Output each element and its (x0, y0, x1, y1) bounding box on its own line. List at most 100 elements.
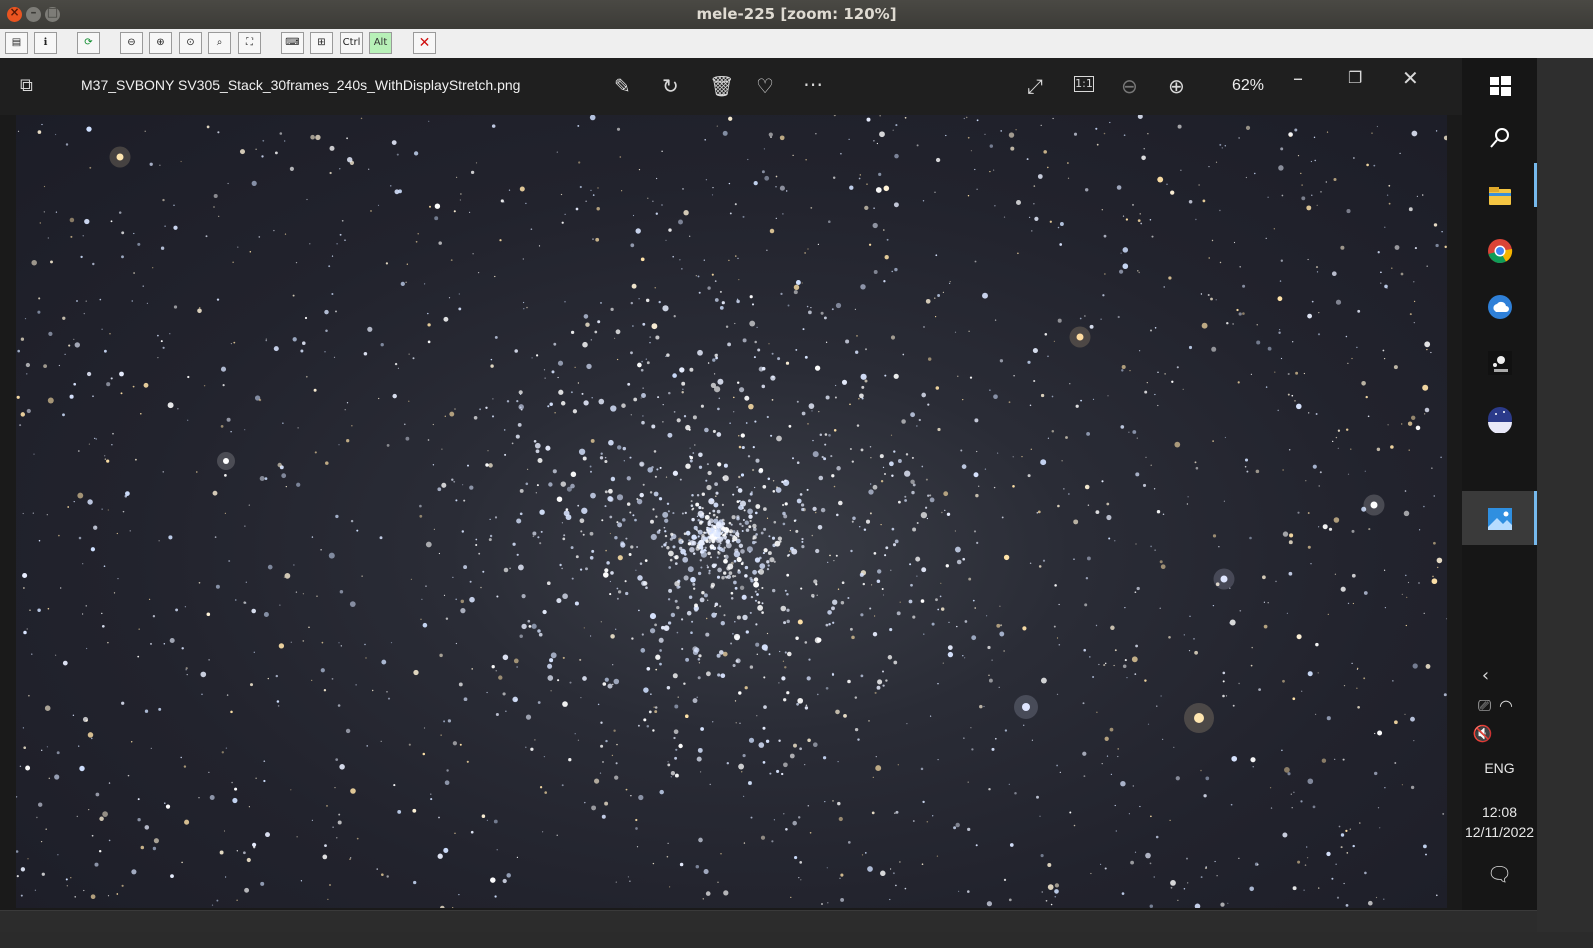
star (916, 425, 918, 427)
stellarium-button[interactable] (1462, 391, 1537, 445)
star (585, 567, 588, 571)
star (561, 221, 564, 224)
star (523, 308, 525, 310)
actual-size-icon[interactable]: 1:1 (1074, 76, 1094, 92)
star (1289, 135, 1291, 137)
star (438, 816, 440, 819)
photo-viewport[interactable] (0, 115, 1537, 910)
rotate-icon[interactable]: ↻ (662, 76, 679, 96)
star (707, 362, 710, 364)
zoom-100-button[interactable]: ⊙ (179, 32, 202, 54)
star (921, 863, 924, 866)
astro-app-button[interactable] (1462, 335, 1537, 389)
connection-info-button[interactable]: ℹ (34, 32, 57, 54)
star (916, 575, 918, 577)
star (701, 507, 704, 510)
star (698, 662, 701, 664)
windows-logo-icon (1490, 76, 1511, 96)
star (947, 645, 953, 650)
star (459, 743, 462, 746)
chrome-button[interactable] (1462, 223, 1537, 277)
minimize-icon[interactable]: – (1293, 68, 1303, 88)
zoom-out-icon[interactable]: ⊖ (1121, 76, 1138, 96)
star (310, 134, 315, 140)
star (137, 242, 141, 246)
star (654, 710, 658, 714)
star (699, 559, 702, 562)
star (698, 465, 703, 469)
star (589, 555, 594, 560)
star (597, 187, 599, 189)
star (703, 869, 709, 875)
star (631, 283, 637, 289)
star (519, 634, 523, 638)
star (121, 255, 124, 259)
language-indicator[interactable]: ENG (1462, 760, 1537, 776)
star (1122, 215, 1125, 217)
full-screen-icon[interactable]: ⤢ (1027, 76, 1043, 96)
star (1383, 898, 1385, 900)
star (67, 506, 70, 508)
star (1089, 656, 1091, 658)
close-icon[interactable]: ✕ (1402, 68, 1419, 88)
start-button[interactable] (1462, 58, 1537, 112)
star (454, 832, 456, 835)
wifi-icon[interactable]: ◠ (1476, 696, 1536, 716)
star (876, 569, 882, 574)
star (549, 658, 554, 663)
show-hidden-icons-chevron-icon[interactable]: ‹ (1448, 666, 1523, 686)
star (1145, 456, 1147, 458)
more-options-icon[interactable]: ⋯ (803, 74, 823, 94)
star (750, 491, 753, 494)
star (1140, 222, 1143, 225)
refresh-button[interactable]: ⟳ (77, 32, 100, 54)
star-cluster-image[interactable] (16, 115, 1447, 908)
alt-key-button[interactable]: Alt (369, 32, 392, 54)
edit-image-icon[interactable]: ✎ (614, 76, 631, 96)
delete-icon[interactable]: 🗑 (709, 76, 734, 96)
star (1238, 312, 1242, 316)
star (932, 815, 934, 817)
zoom-fit-button[interactable]: ⌕ (208, 32, 231, 54)
star (74, 896, 76, 898)
volume-muted-icon[interactable]: 🔇 (1445, 724, 1520, 744)
star (685, 463, 691, 469)
send-ctrl-alt-del-button[interactable]: ⌨ (281, 32, 304, 54)
star (949, 280, 951, 283)
zoom-in-button[interactable]: ⊕ (149, 32, 172, 54)
star (689, 447, 691, 449)
star (904, 495, 907, 498)
remote-app-button[interactable] (1462, 279, 1537, 333)
star (1059, 771, 1061, 774)
zoom-out-button[interactable]: ⊖ (120, 32, 143, 54)
star (1211, 239, 1214, 242)
star (434, 203, 441, 209)
action-center-icon[interactable]: 🗨 (1462, 864, 1537, 884)
clock-time[interactable]: 12:08 (1462, 804, 1537, 820)
star (120, 392, 123, 395)
search-button[interactable] (1462, 110, 1537, 164)
ctrl-key-button[interactable]: Ctrl (340, 32, 363, 54)
star (278, 643, 285, 649)
favorite-heart-icon[interactable]: ♡ (756, 76, 774, 96)
star (175, 608, 179, 612)
clock-date[interactable]: 12/11/2022 (1462, 824, 1537, 840)
star (815, 133, 817, 135)
photos-app-button[interactable] (1462, 491, 1537, 545)
send-win-key-button[interactable]: ⊞ (310, 32, 333, 54)
options-button[interactable]: ▤ (5, 32, 28, 54)
star (337, 820, 342, 825)
star (664, 530, 667, 533)
zoom-in-icon[interactable]: ⊕ (1168, 76, 1185, 96)
file-explorer-button[interactable] (1462, 163, 1537, 222)
disconnect-button[interactable]: ✕ (413, 32, 436, 54)
star (935, 157, 941, 163)
star (1114, 540, 1116, 542)
restore-icon[interactable]: ❐ (1348, 68, 1362, 88)
fullscreen-button[interactable]: ⛶ (238, 32, 261, 54)
star (1401, 784, 1403, 786)
photos-app-icon: ⧉ (20, 75, 33, 96)
star (1353, 157, 1355, 159)
star (1340, 245, 1345, 250)
star (645, 586, 648, 589)
